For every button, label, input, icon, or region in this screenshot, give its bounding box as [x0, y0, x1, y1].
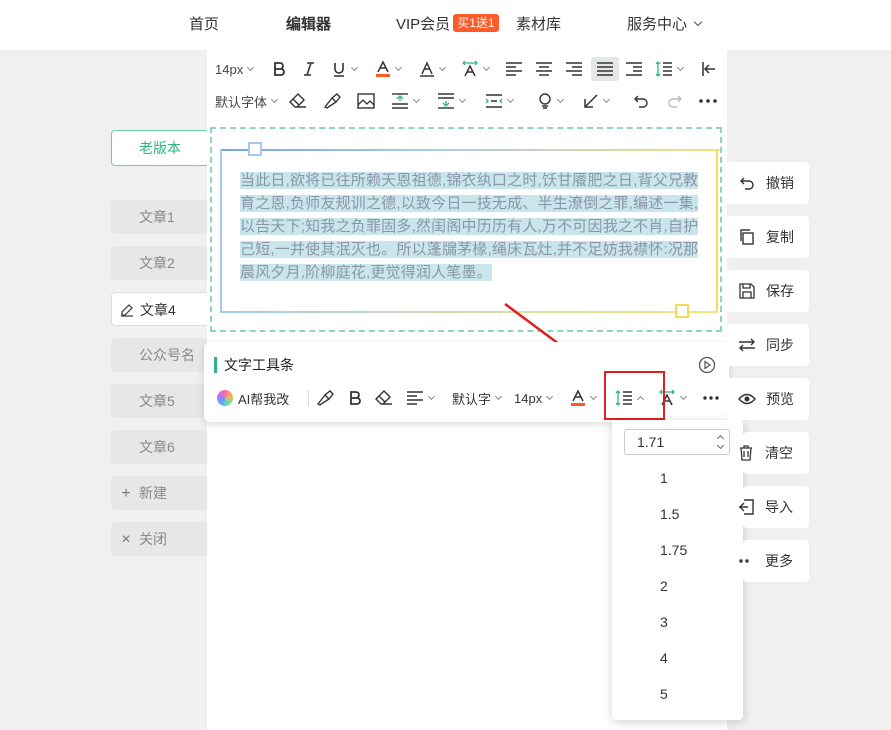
font-family-value: 默认字 [452, 391, 492, 407]
import-button[interactable]: 导入 [739, 486, 809, 528]
divider [308, 390, 309, 406]
line-height-dropdown: 1.71 1 1.5 1.75 2 3 4 5 [612, 420, 743, 720]
align-select[interactable] [406, 386, 436, 410]
line-height-option[interactable]: 2 [660, 578, 668, 594]
line-height-option[interactable]: 1.75 [660, 542, 687, 558]
play-button[interactable] [698, 356, 716, 377]
font-color-button[interactable] [570, 386, 598, 410]
copy-button[interactable]: 复制 [726, 216, 809, 258]
undo-label: 撤销 [766, 175, 794, 191]
chevron-down-icon [546, 392, 554, 401]
trash-icon [740, 445, 752, 461]
ai-rewrite-label: AI帮我改 [238, 391, 290, 407]
undo-icon [740, 177, 754, 190]
sync-button[interactable]: 同步 [726, 324, 809, 366]
line-height-stepper[interactable] [715, 433, 725, 451]
line-height-option[interactable]: 3 [660, 614, 668, 630]
line-height-option[interactable]: 1.5 [660, 506, 679, 522]
preview-label: 预览 [766, 391, 794, 407]
font-family-select[interactable]: 默认字 [452, 386, 503, 410]
undo-side-button[interactable]: 撤销 [726, 162, 809, 204]
text-toolbar-title: 文字工具条 [214, 357, 294, 373]
eye-icon [738, 393, 756, 405]
chevron-down-icon [589, 392, 598, 401]
save-button[interactable]: 保存 [726, 270, 809, 312]
save-label: 保存 [766, 283, 794, 299]
play-circle-icon [698, 356, 716, 374]
import-label: 导入 [765, 499, 793, 515]
clear-label: 清空 [765, 445, 793, 461]
chevron-down-icon [427, 392, 436, 401]
line-height-option[interactable]: 4 [660, 650, 668, 666]
ai-logo-icon [217, 390, 233, 406]
eraser-icon [375, 390, 392, 405]
ai-rewrite-button[interactable]: AI帮我改 [217, 386, 289, 410]
more-label: 更多 [765, 553, 793, 569]
annotation-highlight-box [604, 371, 665, 420]
brush-icon [316, 390, 334, 406]
font-size-select[interactable]: 14px [514, 386, 554, 410]
chevron-down-icon [494, 392, 503, 401]
line-height-option[interactable]: 1 [660, 470, 668, 486]
more-dots-icon [703, 396, 719, 400]
line-height-option[interactable]: 5 [660, 686, 668, 702]
import-icon [739, 499, 754, 515]
font-size-value: 14px [514, 390, 543, 406]
save-icon [739, 283, 755, 299]
bold-icon [350, 391, 361, 405]
chevron-down-icon [716, 441, 724, 450]
font-color-icon [571, 389, 585, 406]
more-dots-icon [739, 559, 749, 563]
bold-button[interactable] [347, 386, 363, 410]
copy-label: 复制 [766, 229, 794, 245]
align-left-icon [407, 391, 423, 405]
chevron-down-icon [679, 392, 688, 401]
more-button[interactable] [703, 386, 719, 410]
format-brush-button[interactable] [316, 386, 334, 410]
sync-label: 同步 [766, 337, 794, 353]
clear-format-button[interactable] [375, 386, 393, 410]
sync-icon [739, 338, 755, 352]
more-side-button[interactable]: 更多 [739, 540, 809, 582]
clear-button[interactable]: 清空 [740, 432, 809, 474]
line-height-input[interactable]: 1.71 [624, 429, 730, 455]
copy-icon [740, 229, 754, 245]
preview-button[interactable]: 预览 [726, 378, 809, 420]
line-height-value: 1.71 [637, 434, 665, 450]
